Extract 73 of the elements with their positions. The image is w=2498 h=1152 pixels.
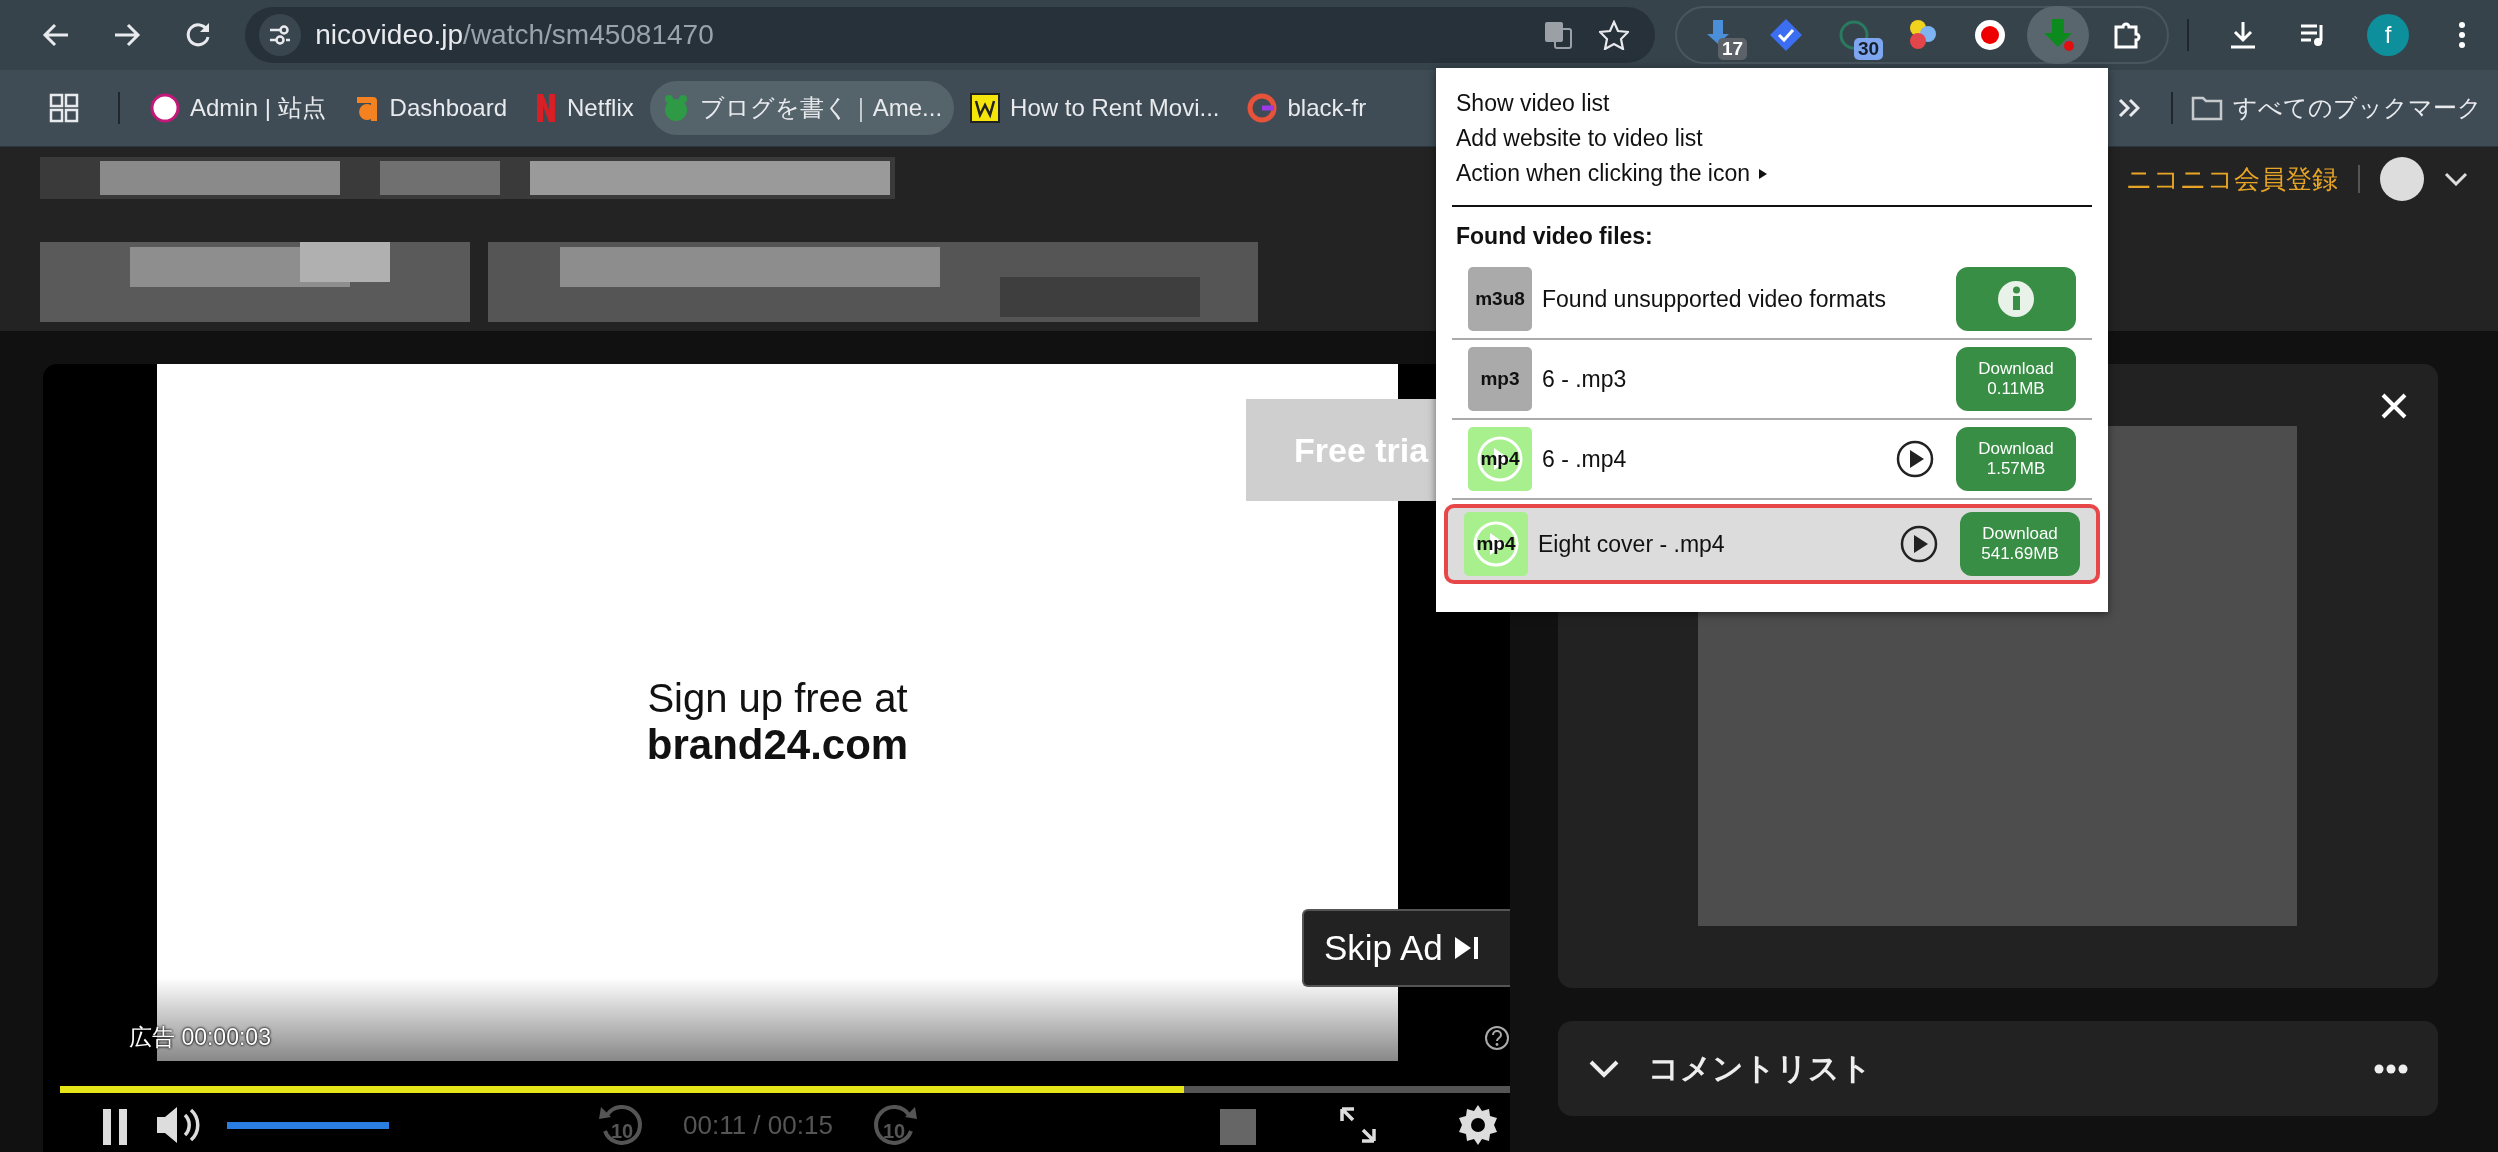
download-button[interactable]: Download 1.57MB [1956, 427, 2076, 491]
file-name: Found unsupported video formats [1542, 285, 1886, 313]
video-file-row[interactable]: mp4 Eight cover - .mp4 Download 541.69MB [1444, 504, 2100, 584]
bookmark[interactable]: Netflix [523, 81, 646, 135]
menu-item[interactable]: Action when clicking the icon [1444, 156, 2100, 191]
download-button[interactable]: Download 541.69MB [1960, 512, 2080, 576]
address-bar[interactable]: nicovideo.jp/watch/sm45081470 [245, 7, 1656, 63]
checklist-icon [1769, 18, 1804, 52]
play-circle-icon [1471, 519, 1521, 569]
menu-item[interactable]: Show video list [1444, 86, 2100, 121]
chevron-down-icon [2444, 172, 2468, 186]
kebab-menu-icon [2458, 21, 2467, 49]
profile-avatar[interactable]: f [2367, 14, 2409, 56]
cms-icon [150, 93, 180, 123]
play-button[interactable] [1900, 525, 1938, 563]
format-thumbnail: m3u8 [1468, 267, 1532, 331]
play-button[interactable] [1896, 440, 1934, 478]
close-icon [2380, 392, 2408, 420]
w-logo-icon [970, 93, 1001, 123]
bookmark[interactable]: Admin | 站点 [138, 81, 338, 135]
skip-icon [1452, 935, 1481, 961]
section-title: Found video files: [1455, 222, 1654, 251]
help-icon [1484, 1025, 1510, 1051]
play-circle-icon [1475, 434, 1525, 484]
comment-list-bar[interactable]: コメントリスト [1558, 1021, 2438, 1116]
bookmark[interactable]: black-fr [1235, 81, 1379, 135]
double-chevron-icon [2118, 98, 2140, 118]
info-button[interactable] [1956, 267, 2076, 331]
extension-button[interactable]: 30 [1823, 6, 1886, 64]
ad-domain: brand24.com [646, 721, 909, 769]
info-icon [1997, 280, 2035, 318]
format-thumbnail: mp4 [1464, 512, 1528, 576]
file-name: Eight cover - .mp4 [1538, 530, 1725, 558]
menu-item[interactable]: Add website to video list [1444, 121, 2100, 156]
grid-icon [49, 93, 79, 123]
forward-arrow-icon [112, 21, 141, 49]
fullscreen-icon [1338, 1105, 1378, 1145]
extension-button[interactable]: 17 [1687, 6, 1750, 64]
star-icon [1599, 20, 1630, 50]
netflix-n-icon [535, 93, 558, 123]
play-icon [1900, 525, 1938, 563]
register-link[interactable]: ニコニコ会員登録 [2126, 161, 2338, 197]
bookmark[interactable]: ブログを書く｜Ame... [649, 81, 955, 135]
ad-text: Sign up free at [647, 676, 908, 721]
format-thumbnail: mp4 [1468, 427, 1532, 491]
bookmark[interactable]: Dashboard [341, 81, 520, 135]
volume-slider[interactable] [227, 1121, 389, 1129]
chevron-down-icon [1588, 1058, 1620, 1079]
skip-ad-button[interactable]: Skip Ad [1302, 909, 1510, 987]
file-name: 6 - .mp4 [1542, 445, 1627, 473]
extension-badge: 30 [1854, 38, 1884, 60]
g-logo-icon [1247, 93, 1278, 123]
site-settings-button[interactable] [259, 14, 302, 56]
download-button[interactable]: Download 0.11MB [1956, 347, 2076, 411]
record-icon [1974, 19, 2007, 51]
translate-icon [1543, 20, 1574, 50]
more-icon [2374, 1063, 2408, 1074]
extension-badge: 17 [1718, 38, 1748, 60]
play-icon [1896, 440, 1934, 478]
time-display: 00:11 / 00:15 [683, 1109, 833, 1141]
bookmark[interactable]: How to Rent Movi... [958, 81, 1232, 135]
comment-list-title: コメントリスト [1648, 1049, 1872, 1088]
user-avatar[interactable] [2380, 157, 2424, 201]
url-text: nicovideo.jp/watch/sm45081470 [315, 19, 714, 51]
progress-bar[interactable] [60, 1086, 1510, 1093]
sliders-icon [268, 24, 293, 46]
gear-icon [1456, 1103, 1500, 1147]
folder-icon [2191, 95, 2223, 121]
format-thumbnail: mp3 [1468, 347, 1532, 411]
submenu-arrow-icon [1758, 167, 1769, 180]
back-arrow-icon [41, 21, 70, 49]
all-bookmarks-folder[interactable]: すべてのブックマーク [2179, 81, 2494, 135]
file-name: 6 - .mp3 [1542, 365, 1627, 393]
